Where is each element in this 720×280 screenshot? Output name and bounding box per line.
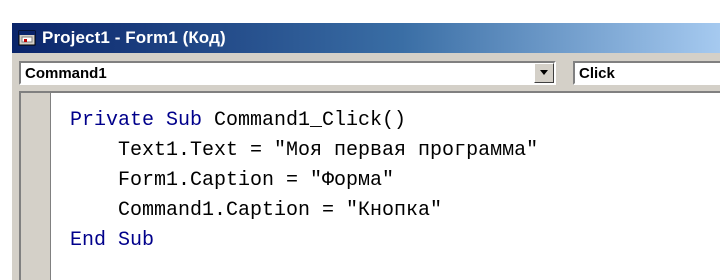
code-window: Project1 - Form1 (Код) Command1 Click Pr… bbox=[11, 22, 720, 280]
vb-form-icon bbox=[18, 29, 36, 47]
code-line[interactable]: Command1.Caption = "Кнопка" bbox=[70, 196, 538, 226]
object-dropdown-button[interactable] bbox=[534, 63, 554, 83]
title-bar[interactable]: Project1 - Form1 (Код) bbox=[12, 23, 720, 53]
code-toolbar: Command1 Click bbox=[12, 53, 720, 91]
code-token: Command1_Click() bbox=[214, 109, 407, 132]
code-line[interactable]: Form1.Caption = "Форма" bbox=[70, 166, 538, 196]
procedure-dropdown[interactable]: Click bbox=[573, 61, 720, 85]
code-editor[interactable]: Private Sub Command1_Click() Text1.Text … bbox=[19, 91, 720, 280]
code-line[interactable]: End Sub bbox=[70, 226, 538, 256]
code-line[interactable]: Private Sub Command1_Click() bbox=[70, 106, 538, 136]
object-dropdown-value: Command1 bbox=[25, 64, 107, 82]
code-token: Text1.Text = "Моя первая программа" bbox=[70, 139, 539, 162]
window-title: Project1 - Form1 (Код) bbox=[42, 28, 226, 47]
code-token: Command1.Caption = "Кнопка" bbox=[70, 199, 443, 222]
code-token: Form1.Caption = "Форма" bbox=[70, 169, 395, 192]
code-text[interactable]: Private Sub Command1_Click() Text1.Text … bbox=[70, 106, 538, 256]
editor-margin[interactable] bbox=[21, 93, 51, 280]
code-keyword: Private Sub bbox=[70, 109, 215, 132]
chevron-down-icon bbox=[540, 70, 548, 75]
object-dropdown[interactable]: Command1 bbox=[19, 61, 556, 85]
procedure-dropdown-value: Click bbox=[579, 64, 615, 82]
code-line[interactable]: Text1.Text = "Моя первая программа" bbox=[70, 136, 538, 166]
code-keyword: End Sub bbox=[70, 229, 155, 252]
